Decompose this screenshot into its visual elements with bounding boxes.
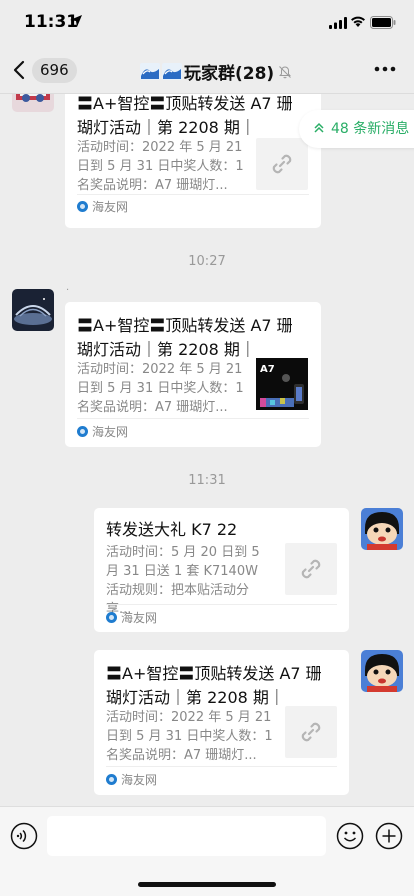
status-bar: 11:31 (0, 0, 414, 46)
card-title: 〓A+智控〓顶贴转发送 A7 珊瑚灯活动｜第 2208 期｜ (77, 316, 293, 359)
location-arrow-icon (70, 15, 82, 27)
home-indicator[interactable] (138, 882, 276, 887)
card-divider (106, 766, 337, 767)
chat-header: 696 玩家群(28) (0, 46, 414, 94)
page-title[interactable]: 玩家群(28) (140, 59, 292, 84)
signal-icon (329, 17, 347, 29)
avatar-image (361, 650, 403, 692)
plus-icon[interactable] (375, 822, 403, 850)
link-card[interactable]: 转发送大礼 K7 22 活动时间：5 月 20 日到 5 月 31 日送 1 套… (94, 508, 349, 632)
avatar-image (361, 508, 403, 550)
wave-icon (140, 63, 160, 80)
card-source: 海友网 (77, 198, 128, 215)
sender-name: · (66, 285, 70, 296)
card-title: 转发送大礼 K7 22 (106, 520, 238, 539)
message-timestamp: 10:27 (188, 254, 226, 269)
card-divider (106, 604, 337, 605)
source-name: 海友网 (121, 773, 158, 787)
avatar-image (12, 94, 54, 112)
more-icon[interactable] (374, 66, 396, 72)
source-logo-icon (106, 774, 117, 785)
card-source: 海友网 (106, 609, 157, 626)
link-thumbnail (285, 543, 337, 595)
message-timestamp: 11:31 (188, 473, 226, 488)
link-thumbnail (256, 138, 308, 190)
link-thumbnail (285, 706, 337, 758)
source-name: 海友网 (92, 200, 129, 214)
link-card[interactable]: 〓A+智控〓顶贴转发送 A7 珊瑚灯活动｜第 2208 期｜ 活动时间：2022… (65, 94, 321, 228)
wave-icon (162, 63, 182, 80)
coral-lamp-image: A7 (256, 358, 308, 410)
link-icon (301, 559, 321, 579)
chat-messages[interactable]: 48 条新消息 〓A+智控〓顶贴转发送 A7 珊瑚灯活动｜第 2208 期｜ 活… (0, 94, 414, 806)
source-name: 海友网 (92, 425, 129, 439)
voice-icon[interactable] (10, 822, 38, 850)
link-icon (301, 722, 321, 742)
card-description: 活动时间：2022 年 5 月 21 日到 5 月 31 日中奖人数：1 名奖品… (77, 140, 244, 193)
source-name: 海友网 (121, 611, 158, 625)
product-thumbnail: A7 (256, 358, 308, 410)
group-name: 玩家群(28) (184, 64, 275, 84)
avatar-self[interactable] (361, 508, 403, 550)
avatar[interactable] (12, 94, 54, 112)
back-icon[interactable] (12, 60, 26, 80)
source-logo-icon (106, 612, 117, 623)
emoji-icon[interactable] (336, 822, 364, 850)
link-card[interactable]: 〓A+智控〓顶贴转发送 A7 珊瑚灯活动｜第 2208 期｜ 活动时间：2022… (65, 302, 321, 447)
unread-count-badge[interactable]: 696 (32, 58, 77, 83)
card-source: 海友网 (77, 423, 128, 440)
new-messages-label: 48 条新消息 (331, 121, 410, 137)
card-divider (77, 194, 309, 195)
double-chevron-up-icon (314, 122, 324, 133)
avatar[interactable] (12, 289, 54, 331)
source-logo-icon (77, 426, 88, 437)
card-description: 活动时间：5 月 20 日到 5 月 31 日送 1 套 K7140W 活动规则… (106, 545, 260, 617)
link-card[interactable]: 〓A+智控〓顶贴转发送 A7 珊瑚灯活动｜第 2208 期｜ 活动时间：2022… (94, 650, 349, 795)
new-messages-button[interactable]: 48 条新消息 (299, 110, 414, 148)
card-divider (77, 418, 309, 419)
card-source: 海友网 (106, 771, 157, 788)
avatar-image (12, 289, 54, 331)
card-description: 活动时间：2022 年 5 月 21 日到 5 月 31 日中奖人数：1 名奖品… (77, 362, 244, 415)
avatar-self[interactable] (361, 650, 403, 692)
wifi-icon (351, 16, 365, 27)
battery-icon (370, 16, 396, 29)
mute-bell-icon (279, 65, 292, 78)
link-icon (272, 154, 292, 174)
source-logo-icon (77, 201, 88, 212)
card-title: 〓A+智控〓顶贴转发送 A7 珊瑚灯活动｜第 2208 期｜ (77, 94, 293, 137)
thumbnail-text: A7 (260, 364, 275, 375)
card-description: 活动时间：2022 年 5 月 21 日到 5 月 31 日中奖人数：1 名奖品… (106, 710, 273, 763)
card-title: 〓A+智控〓顶贴转发送 A7 珊瑚灯活动｜第 2208 期｜ (106, 664, 322, 707)
message-input[interactable] (47, 816, 326, 856)
